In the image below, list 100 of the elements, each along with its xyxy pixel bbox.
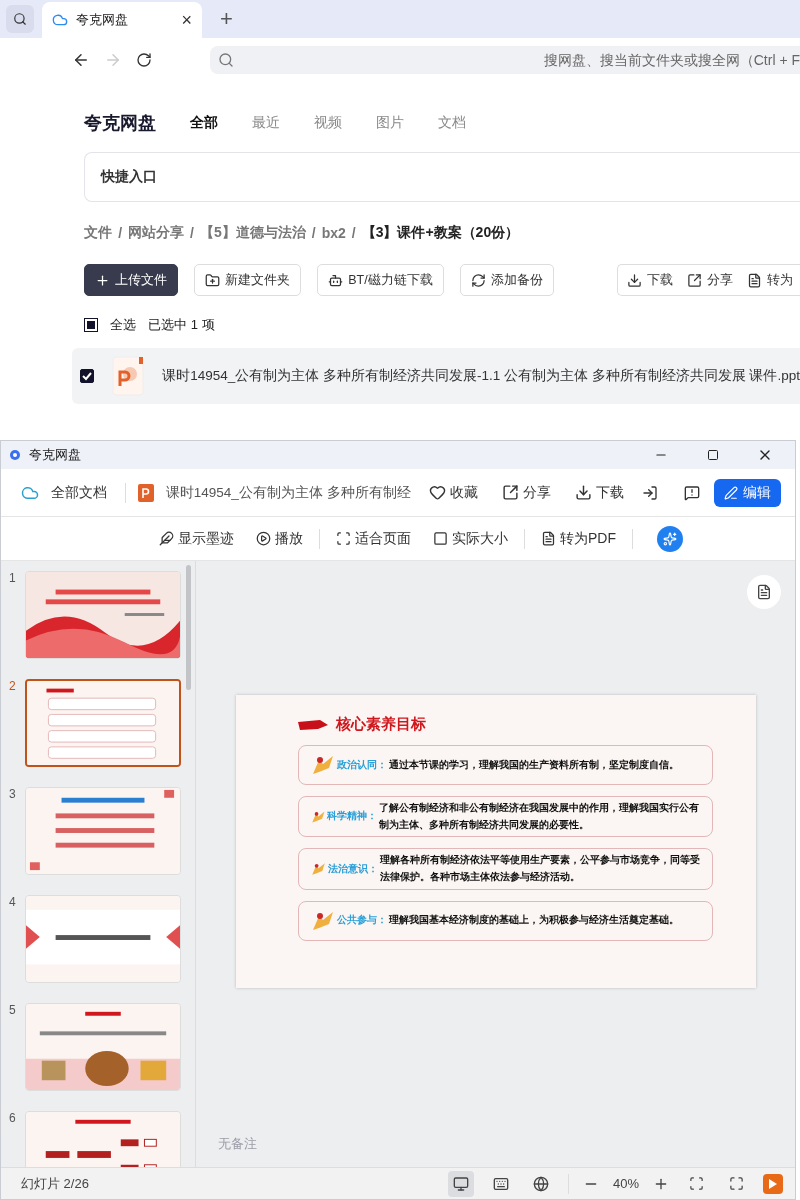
goal-text: 通过本节课的学习，理解我国的生产资料所有制，坚定制度自信。: [388, 757, 679, 772]
slide-number: 1: [9, 571, 17, 587]
check-icon: [82, 371, 93, 381]
feedback-icon[interactable]: [683, 484, 700, 501]
breadcrumb-separator: /: [311, 225, 316, 241]
goal-text: 理解各种所有制经济依法平等使用生产要素，公平参与市场竞争，同等受法律保护。各种市场主体依法参与经济活动。: [379, 853, 701, 884]
globe-icon: [532, 1175, 549, 1192]
slide-title: 核心素养目标: [335, 715, 426, 734]
download-icon: [627, 272, 642, 288]
document-icon: [756, 584, 772, 600]
file-title: 课时14954_公有制为主体 多种所有制经: [165, 483, 411, 502]
actual-size-icon: [433, 531, 448, 546]
breadcrumb-separator: /: [190, 225, 194, 241]
file-action-button[interactable]: 分享: [680, 271, 740, 289]
file-checkbox[interactable]: [80, 369, 95, 383]
pen-icon: [724, 485, 738, 500]
select-all-checkbox[interactable]: [84, 318, 99, 332]
file-action-button[interactable]: 下载: [620, 271, 680, 289]
search-field[interactable]: 搜网盘、搜当前文件夹或搜全网（Ctrl + F: [210, 46, 800, 74]
fit-icon: [688, 1176, 704, 1191]
goal-label: 政治认同：: [336, 757, 387, 772]
share-icon: [687, 272, 702, 288]
file-row[interactable]: 课时14954_公有制为主体 多种所有制经济共同发展-1.1 公有制为主体 多种所有制经济共同发展 课件.ppt: [72, 348, 800, 404]
fullscreen-icon: [728, 1176, 744, 1191]
toolbar-button[interactable]: 收藏: [422, 483, 484, 502]
letter-p-icon: [141, 487, 150, 498]
category-tab[interactable]: 文档: [438, 114, 467, 132]
selection-count: 已选中 1 项: [148, 316, 215, 334]
feather-icon: [159, 531, 174, 546]
view-mode-button[interactable]: [447, 1170, 474, 1197]
search-icon: [218, 52, 235, 68]
maximize-icon[interactable]: [707, 449, 719, 461]
robot-icon: [328, 272, 344, 288]
close-tab-button[interactable]: ×: [181, 11, 192, 29]
sidebar-toggle-button[interactable]: [6, 5, 34, 33]
slide-number: 4: [9, 895, 17, 911]
breadcrumb-link[interactable]: 网站分享: [128, 224, 185, 242]
file-name: 课时14954_公有制为主体 多种所有制经济共同发展-1.1 公有制为主体 多种所有制经济共同发展 课件.ppt: [162, 367, 800, 385]
quick-entry-panel[interactable]: 快捷入口: [84, 152, 800, 202]
open-icon[interactable]: [641, 484, 658, 501]
all-documents-button[interactable]: 全部文档: [15, 483, 113, 502]
category-tab[interactable]: 全部: [190, 114, 219, 132]
monitor-icon: [452, 1175, 469, 1192]
slide-number: 3: [9, 787, 17, 803]
breadcrumb-link[interactable]: 【3】课件+教案（20份）: [361, 224, 520, 242]
slide-counter: 幻灯片 2/26: [21, 1174, 90, 1193]
sparkle-icon: [663, 531, 677, 546]
action-button[interactable]: 添加备份: [459, 264, 554, 296]
app-logo-icon: [9, 449, 21, 461]
action-button[interactable]: BT/磁力链下载: [317, 264, 444, 296]
pdf-button[interactable]: [747, 575, 781, 609]
ai-assistant-button[interactable]: [657, 525, 683, 552]
cloud-icon: [52, 12, 68, 28]
edit-button[interactable]: 编辑: [714, 478, 781, 507]
download-icon: [574, 484, 592, 501]
goal-label: 公共参与：: [336, 913, 387, 928]
select-all-label: 全选: [110, 316, 137, 334]
category-tab[interactable]: 图片: [376, 114, 405, 132]
slide-number: 6: [9, 1111, 17, 1127]
breadcrumb-link[interactable]: bx2: [321, 225, 346, 241]
keyboard-icon: [492, 1175, 509, 1192]
search-icon: [13, 12, 27, 26]
presentation-file-icon: [112, 356, 145, 396]
brush-stroke-icon: [297, 718, 328, 731]
category-tab[interactable]: 最近: [252, 114, 281, 132]
breadcrumb-separator: /: [351, 225, 356, 241]
category-tab[interactable]: 视频: [314, 114, 343, 132]
goal-text: 理解我国基本经济制度的基础上，为积极参与经济生活奠定基础。: [388, 913, 679, 928]
fit-icon: [336, 531, 351, 546]
toolbar-button[interactable]: 分享: [495, 483, 557, 502]
new-tab-button[interactable]: +: [220, 8, 233, 30]
browser-tab[interactable]: 夸克网盘 ×: [42, 2, 202, 38]
zoom-level: 40%: [612, 1176, 639, 1191]
folder-plus-icon: [205, 272, 221, 288]
tool-button[interactable]: 显示墨迹: [153, 529, 240, 548]
tool-button[interactable]: 转为PDF: [535, 529, 622, 548]
goal-label: 法治意识：: [327, 861, 378, 876]
tool-button[interactable]: 适合页面: [330, 529, 417, 548]
brand-title: 夸克网盘: [84, 112, 157, 135]
breadcrumb-link[interactable]: 【5】道德与法治: [199, 224, 306, 242]
refresh-icon: [470, 272, 486, 288]
slide-number: 2: [9, 679, 17, 695]
action-button[interactable]: 上传文件: [84, 264, 179, 296]
slide-thumbnail[interactable]: [25, 679, 181, 767]
play-icon: [769, 1178, 777, 1189]
breadcrumb-separator: /: [118, 225, 123, 241]
file-action-button[interactable]: 转为: [740, 271, 800, 289]
slideshow-button[interactable]: [763, 1173, 783, 1194]
breadcrumb-link[interactable]: 文件: [84, 224, 113, 242]
toolbar-button[interactable]: 下载: [568, 483, 630, 502]
heart-icon: [428, 484, 446, 501]
action-button[interactable]: 新建文件夹: [194, 264, 302, 296]
plus-icon: [95, 272, 111, 288]
slide-number: 5: [9, 1003, 17, 1019]
window-title: 夸克网盘: [29, 446, 82, 464]
document-icon: [747, 272, 762, 288]
tool-button[interactable]: 实际大小: [427, 529, 514, 548]
tool-button[interactable]: 播放: [250, 529, 309, 548]
reload-icon[interactable]: [136, 52, 153, 68]
goal-text: 了解公有制经济和非公有制经济在我国发展中的作用，理解我国实行公有制为主体、多种所有制经济共同发展的必要性。: [379, 801, 701, 832]
